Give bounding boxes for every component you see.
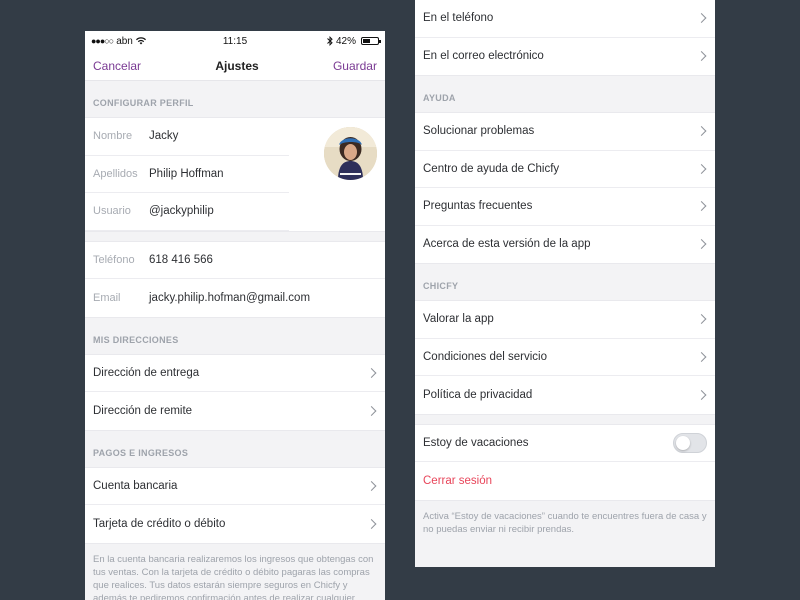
chevron-right-icon [366,405,377,416]
chicfy-item-label: Condiciones del servicio [423,350,548,363]
vacation-row: Estoy de vacaciones [415,425,715,462]
delivery-address-item[interactable]: Dirección de entrega [85,355,385,392]
help-item-label: Acerca de esta versión de la app [423,238,591,251]
chicfy-item[interactable]: Valorar la app [415,301,715,339]
phone-field[interactable]: Teléfono 618 416 566 [85,242,385,279]
chevron-right-icon [696,239,707,250]
clock: 11:15 [222,35,248,47]
help-item-label: Preguntas frecuentes [423,200,533,213]
profile-group: Nombre Jacky Apellidos Philip Hoffman Us… [85,117,385,232]
addresses-group: Dirección de entrega Dirección de remite [85,353,385,431]
carrier-label: abn [116,35,133,47]
chevron-right-icon [696,389,707,400]
section-header-payments: PAGOS E INGRESOS [93,447,189,458]
payments-group: Cuenta bancaria Tarjeta de crédito o déb… [85,466,385,544]
surname-field[interactable]: Apellidos Philip Hoffman [85,156,289,193]
avatar[interactable] [324,127,377,180]
card-item[interactable]: Tarjeta de crédito o débito [85,505,385,543]
email-field[interactable]: Email jacky.philip.hofman@gmail.com [85,279,385,317]
contact-group: Teléfono 618 416 566 Email jacky.philip.… [85,240,385,318]
logout-button[interactable]: Cerrar sesión [423,475,492,487]
bank-account-item[interactable]: Cuenta bancaria [85,468,385,505]
notify-email-label: En el correo electrónico [423,50,544,63]
logout-row[interactable]: Cerrar sesión [415,462,715,500]
email-label: Email [93,291,121,304]
settings-screen-top: ●●●○○ abn 11:15 42% Cancelar Ajustes Gua… [85,31,385,600]
chicfy-group: Valorar la app Condiciones del servicio … [415,300,715,415]
delivery-address-label: Dirección de entrega [93,366,200,379]
name-field[interactable]: Nombre Jacky [85,118,289,156]
chevron-right-icon [696,13,707,24]
username-field[interactable]: Usuario @jackyphilip [85,193,289,231]
help-item[interactable]: Centro de ayuda de Chicfy [415,151,715,188]
notify-phone-label: En el teléfono [423,12,494,25]
account-group: Estoy de vacaciones Cerrar sesión [415,423,715,501]
section-header-profile: CONFIGURAR PERFIL [93,98,194,108]
notifications-group: En el teléfono En el correo electrónico [415,0,715,76]
battery-label: 42% [335,35,356,47]
vacation-toggle[interactable] [673,432,707,453]
notify-phone-item[interactable]: En el teléfono [415,0,715,38]
bank-account-label: Cuenta bancaria [93,479,178,492]
help-item-label: Centro de ayuda de Chicfy [423,162,560,175]
help-group: Solucionar problemas Centro de ayuda de … [415,112,715,264]
status-bar: ●●●○○ abn 11:15 42% [85,31,385,51]
help-item[interactable]: Acerca de esta versión de la app [415,226,715,264]
chevron-right-icon [696,51,707,62]
nav-bar: Cancelar Ajustes Guardar [85,51,385,81]
chevron-right-icon [696,351,707,362]
card-label: Tarjeta de crédito o débito [93,517,226,530]
surname-value: Philip Hoffman [149,167,224,180]
page-title: Ajustes [215,58,259,73]
username-label: Usuario [93,205,131,218]
phone-label: Teléfono [93,253,135,266]
save-button[interactable]: Guardar [333,59,377,73]
help-item-label: Solucionar problemas [423,125,535,138]
help-item[interactable]: Preguntas frecuentes [415,188,715,226]
name-value: Jacky [149,130,179,143]
settings-screen-bottom: En el teléfono En el correo electrónico … [415,0,715,567]
email-value: jacky.philip.hofman@gmail.com [149,291,311,304]
chevron-right-icon [696,126,707,137]
chevron-right-icon [366,367,377,378]
vacation-note: Activa “Estoy de vacaciones” cuando te e… [423,510,707,535]
chicfy-item[interactable]: Condiciones del servicio [415,339,715,376]
phone-value: 618 416 566 [149,253,213,266]
help-item[interactable]: Solucionar problemas [415,113,715,151]
chevron-right-icon [696,201,707,212]
notify-email-item[interactable]: En el correo electrónico [415,38,715,76]
chevron-right-icon [696,163,707,174]
sender-address-label: Dirección de remite [93,404,193,417]
section-header-help: AYUDA [423,93,456,103]
chevron-right-icon [696,314,707,325]
chicfy-item[interactable]: Política de privacidad [415,376,715,414]
chicfy-item-label: Valorar la app [423,313,494,326]
toggle-knob [676,435,690,450]
section-header-chicfy: CHICFY [423,281,459,291]
bluetooth-icon [327,36,333,46]
payments-note: En la cuenta bancaria realizaremos los i… [93,553,374,600]
vacation-label: Estoy de vacaciones [423,436,529,449]
cancel-button[interactable]: Cancelar [93,59,141,73]
chicfy-item-label: Política de privacidad [423,388,533,401]
signal-icon: ●●●○○ [91,36,114,46]
username-value: @jackyphilip [149,205,214,218]
surname-label: Apellidos [93,167,138,180]
name-label: Nombre [93,130,133,143]
chevron-right-icon [366,480,377,491]
battery-icon [360,37,381,45]
chevron-right-icon [366,518,377,529]
sender-address-item[interactable]: Dirección de remite [85,392,385,430]
wifi-icon [135,37,146,45]
section-header-addresses: MIS DIRECCIONES [93,334,179,345]
